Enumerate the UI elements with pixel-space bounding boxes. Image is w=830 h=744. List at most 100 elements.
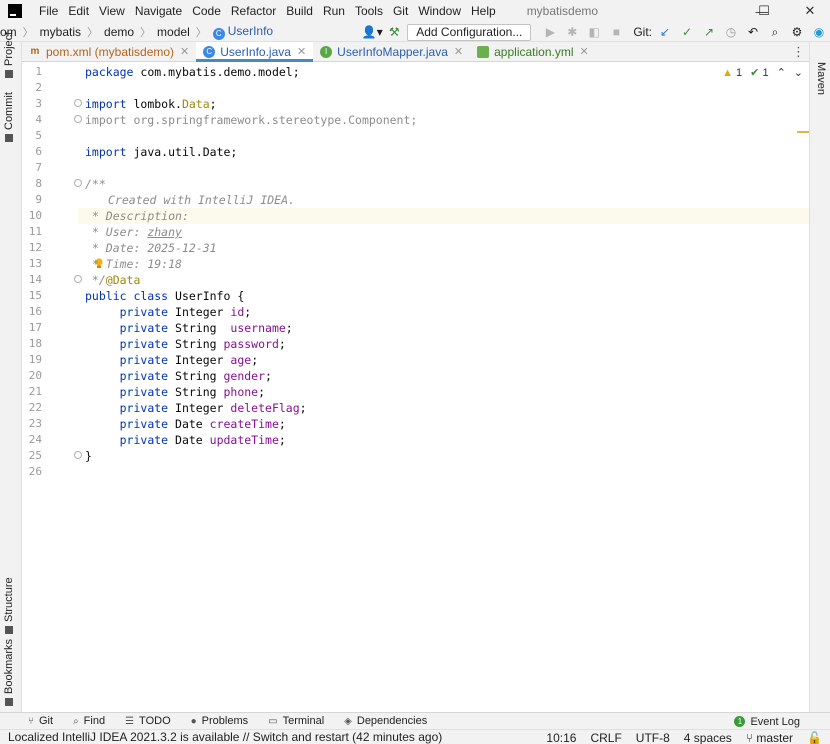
git-commit-icon[interactable]: ✓	[676, 22, 698, 42]
git-update-icon[interactable]: ↙	[654, 22, 676, 42]
warnings-indicator[interactable]: ▲ 1	[722, 67, 742, 79]
left-tool-stripe: Project Commit Structure Bookmarks	[0, 32, 22, 712]
file-encoding[interactable]: UTF-8	[636, 731, 670, 744]
bookmarks-tool-tab[interactable]: Bookmarks	[3, 639, 15, 706]
tab-pom-xml[interactable]: m pom.xml (mybatisdemo) ✕	[22, 42, 196, 61]
tab-userinfo-java[interactable]: C UserInfo.java ✕	[196, 42, 314, 62]
debug-icon[interactable]: ✱	[561, 22, 583, 42]
list-icon: ☰	[125, 715, 135, 727]
breadcrumb-mybatis[interactable]: mybatis	[40, 25, 81, 39]
previous-highlight-icon[interactable]: ⌃	[777, 66, 786, 79]
structure-tool-tab[interactable]: Structure	[3, 577, 15, 634]
line-number: 5	[35, 129, 42, 142]
maven-icon: m	[30, 45, 40, 57]
menu-navigate[interactable]: Navigate	[130, 4, 187, 18]
rollback-icon[interactable]: ↶	[742, 22, 764, 42]
search-icon[interactable]: ⌕	[764, 22, 786, 42]
code-line-23: private Date createTime;	[119, 417, 286, 431]
breadcrumb-model[interactable]: model	[157, 25, 190, 39]
navigation-bar: om 〉 mybatis 〉 demo 〉 model 〉 C UserInfo …	[0, 22, 830, 42]
line-number: 2	[35, 81, 42, 94]
line-number: 26	[28, 465, 42, 478]
tool-todo[interactable]: ☰ TODO	[125, 715, 171, 727]
run-icon[interactable]: ▶	[539, 22, 561, 42]
code-editor[interactable]: 1 2 3 4 5 6 7 8 9 10 11 12 13 14 15 16 1…	[22, 62, 809, 712]
lock-icon[interactable]: 🔓	[807, 731, 822, 744]
menu-code[interactable]: Code	[187, 4, 226, 18]
git-push-icon[interactable]: ↗	[698, 22, 720, 42]
git-branch-widget[interactable]: ⑂ master	[746, 731, 793, 744]
close-tab-icon[interactable]: ✕	[580, 45, 589, 58]
menu-tools[interactable]: Tools	[350, 4, 388, 18]
line-number: 18	[28, 337, 42, 350]
git-branch-icon: ⑂	[28, 715, 34, 727]
warning-stripe-marker[interactable]	[797, 131, 809, 133]
fold-marker-icon[interactable]	[74, 179, 82, 187]
breadcrumb-userinfo[interactable]: C UserInfo	[212, 24, 273, 40]
add-configuration-button[interactable]: Add Configuration...	[407, 23, 532, 41]
more-tabs-icon[interactable]: ⋮	[792, 42, 805, 62]
line-number: 14	[28, 273, 42, 286]
tab-application-yml[interactable]: application.yml ✕	[470, 42, 596, 61]
close-tab-icon[interactable]: ✕	[454, 45, 463, 58]
indent-setting[interactable]: 4 spaces	[684, 731, 732, 744]
event-log-button[interactable]: 1 Event Log	[734, 713, 800, 730]
weak-warnings-indicator[interactable]: ✔ 1	[750, 66, 768, 79]
next-highlight-icon[interactable]: ⌄	[794, 66, 803, 79]
terminal-icon: ▭	[268, 715, 278, 727]
close-tab-icon[interactable]: ✕	[297, 45, 306, 58]
user-menu-icon[interactable]: 👤▾	[361, 22, 383, 42]
fold-marker-icon[interactable]	[74, 99, 82, 107]
tool-git[interactable]: ⑂ Git	[28, 715, 53, 727]
yaml-icon	[477, 45, 490, 58]
stop-icon[interactable]: ■	[605, 22, 627, 42]
right-tool-stripe: Maven	[809, 42, 830, 712]
project-tool-tab[interactable]: Project	[3, 32, 15, 78]
menu-file[interactable]: File	[34, 4, 63, 18]
menu-help[interactable]: Help	[466, 4, 501, 18]
menu-refactor[interactable]: Refactor	[226, 4, 281, 18]
line-number: 6	[35, 145, 42, 158]
code-line-13: * Time: 19:18	[91, 257, 182, 271]
build-hammer-icon[interactable]: ⚒	[383, 22, 405, 42]
tool-problems[interactable]: ● Problems	[191, 715, 249, 727]
commit-tool-tab[interactable]: Commit	[3, 92, 15, 142]
close-button[interactable]: ✕	[790, 0, 830, 22]
caret-position[interactable]: 10:16	[546, 731, 576, 744]
menu-edit[interactable]: Edit	[63, 4, 94, 18]
menu-build[interactable]: Build	[281, 4, 318, 18]
history-icon[interactable]: ◷	[720, 22, 742, 42]
line-number: 15	[28, 289, 42, 302]
maximize-button[interactable]: ☐	[745, 0, 783, 22]
tool-find[interactable]: ⌕ Find	[73, 715, 105, 727]
menu-window[interactable]: Window	[413, 4, 466, 18]
navigation-tools: 👤▾ ⚒ Add Configuration... ▶ ✱ ◧ ■ Git: ↙…	[361, 22, 830, 42]
tool-dependencies[interactable]: ◈ Dependencies	[344, 715, 427, 727]
inspection-widget[interactable]: ▲ 1 ✔ 1 ⌃ ⌄	[722, 66, 803, 80]
code-with-me-icon[interactable]: ◉	[808, 22, 830, 42]
status-message[interactable]: Localized IntelliJ IDEA 2021.3.2 is avai…	[8, 730, 442, 744]
menu-git[interactable]: Git	[388, 4, 413, 18]
code-line-24: private Date updateTime;	[119, 433, 286, 447]
fold-marker-icon[interactable]	[74, 275, 82, 283]
tool-terminal[interactable]: ▭ Terminal	[268, 715, 324, 727]
coverage-icon[interactable]: ◧	[583, 22, 605, 42]
fold-marker-icon[interactable]	[74, 115, 82, 123]
line-number: 25	[28, 449, 42, 462]
fold-marker-icon[interactable]	[74, 451, 82, 459]
close-tab-icon[interactable]: ✕	[180, 45, 189, 58]
status-bar: Localized IntelliJ IDEA 2021.3.2 is avai…	[0, 729, 830, 744]
menu-run[interactable]: Run	[318, 4, 350, 18]
breadcrumb-demo[interactable]: demo	[104, 25, 134, 39]
tab-userinfomapper-java[interactable]: I UserInfoMapper.java ✕	[313, 42, 470, 61]
line-separator[interactable]: CRLF	[590, 731, 621, 744]
settings-gear-icon[interactable]: ⚙	[786, 22, 808, 42]
code-line-18: private String password;	[119, 337, 286, 351]
line-number: 7	[35, 161, 42, 174]
code-line-14: */@Data	[85, 273, 141, 287]
code-line-17: private String username;	[119, 321, 293, 335]
menu-view[interactable]: View	[94, 4, 130, 18]
warning-circle-icon: ●	[190, 715, 197, 727]
structure-icon	[5, 626, 13, 634]
maven-tool-tab[interactable]: Maven	[815, 62, 827, 95]
